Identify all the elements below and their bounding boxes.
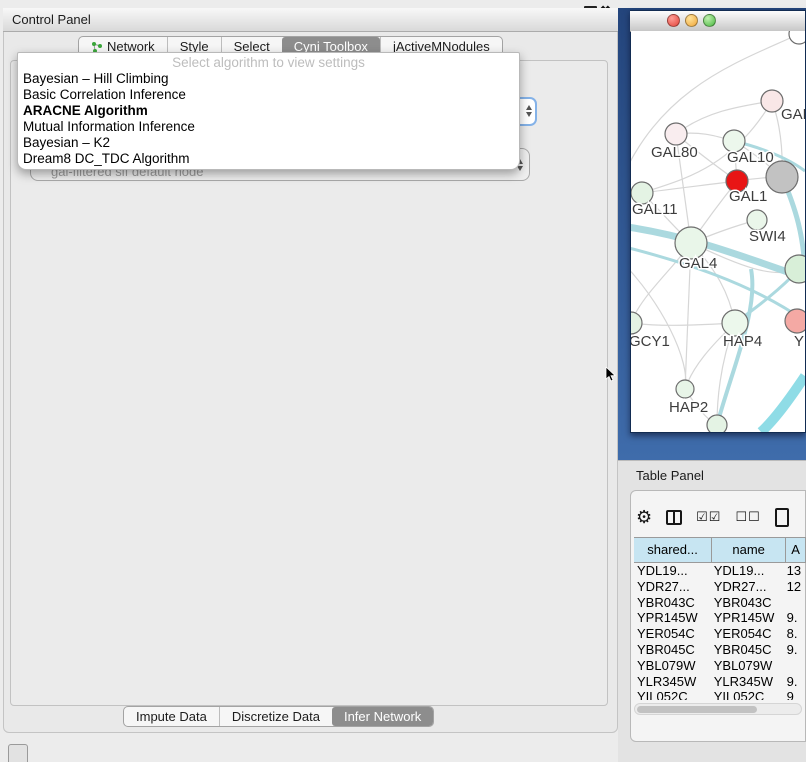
dropdown-option[interactable]: Dream8 DC_TDC Algorithm (18, 151, 519, 167)
node-label: HAP4 (723, 333, 762, 350)
node-label: SWI4 (749, 228, 786, 245)
minimized-panel-icon[interactable] (8, 744, 28, 762)
dropdown-option-selected[interactable]: ARACNE Algorithm (18, 103, 519, 119)
network-node[interactable] (707, 415, 727, 432)
combo-stepper-icon (526, 105, 532, 117)
tab-discretize-data-label: Discretize Data (232, 709, 320, 724)
cell: YDL19... (711, 563, 784, 579)
table-row[interactable]: YER054CYER054C8. (634, 626, 806, 642)
cell (784, 658, 806, 674)
dropdown-option[interactable]: Bayesian – Hill Climbing (18, 71, 519, 87)
tab-impute-data-label: Impute Data (136, 709, 207, 724)
node-label: GAL (781, 106, 805, 123)
select-all-checkboxes-icon[interactable]: ☑☑ (696, 509, 721, 525)
network-node[interactable] (747, 210, 767, 230)
network-icon (91, 41, 103, 53)
network-node[interactable] (761, 90, 783, 112)
cell: YPR145W (711, 610, 784, 626)
deselect-all-checkboxes-icon[interactable]: ☐☐ (735, 509, 760, 525)
tab-infer-network[interactable]: Infer Network (332, 707, 433, 726)
control-panel-title: Control Panel (12, 12, 91, 27)
dropdown-option[interactable]: Mutual Information Inference (18, 119, 519, 135)
cell: 8. (784, 626, 806, 642)
cyni-bottom-tabbar: Impute Data Discretize Data Infer Networ… (123, 706, 434, 727)
node-label: Y (794, 333, 804, 350)
cell: YER054C (711, 626, 784, 642)
table-toolbar: ⚙ ☑☑ ☐☐ (636, 503, 806, 531)
cell: 12 (784, 579, 806, 595)
network-window-titlebar[interactable] (630, 11, 805, 32)
network-node[interactable] (785, 309, 805, 333)
tab-infer-network-label: Infer Network (344, 709, 421, 724)
cell: YDR27... (634, 579, 711, 595)
cell: 13 (784, 563, 806, 579)
column-header[interactable]: name (712, 538, 786, 562)
cell: YBR045C (711, 642, 784, 658)
cell: YBL079W (634, 658, 711, 674)
gear-icon[interactable]: ⚙ (636, 507, 652, 527)
tab-discretize-data[interactable]: Discretize Data (219, 707, 332, 726)
cell: YIL052C (634, 689, 711, 700)
node-label: GAL1 (729, 188, 767, 205)
dropdown-prompt: Select algorithm to view settings (18, 53, 519, 71)
app-window: Control Panel ✖ Network Style Select Cyn… (0, 0, 806, 762)
cell: YBR045C (634, 642, 711, 658)
column-header[interactable]: shared... (634, 538, 712, 562)
dropdown-option[interactable]: Bayesian – K2 (18, 135, 519, 151)
cell: YBR043C (634, 595, 711, 611)
minimize-traffic-light[interactable] (685, 14, 698, 27)
table-row[interactable]: YPR145WYPR145W9. (634, 610, 806, 626)
tab-impute-data[interactable]: Impute Data (124, 707, 219, 726)
cell: 9. (784, 610, 806, 626)
cell: YLR345W (634, 674, 711, 690)
cell: YLR345W (711, 674, 784, 690)
node-label: GAL80 (651, 144, 698, 161)
node-label: GAL4 (679, 255, 717, 272)
node-label: HAP2 (669, 399, 708, 416)
close-traffic-light[interactable] (667, 14, 680, 27)
cell: 9 (784, 689, 806, 700)
columns-icon[interactable] (666, 510, 682, 525)
table-horizontal-scrollbar[interactable] (634, 703, 802, 715)
node-label: GAL11 (632, 201, 678, 218)
node-label: GCY1 (631, 333, 670, 350)
table-row[interactable]: YBR045CYBR045C9. (634, 642, 806, 658)
mouse-cursor (605, 367, 617, 383)
table-row[interactable]: YIL052CYIL052C9 (634, 689, 806, 700)
cell: YPR145W (634, 610, 711, 626)
network-node[interactable] (676, 380, 694, 398)
thick-teal-edge (761, 376, 805, 432)
network-canvas[interactable]: GAL GAL80 GAL10 GAL1 GAL11 SWI4 GAL4 GCY… (631, 31, 805, 432)
cell: YIL052C (711, 689, 784, 700)
column-header[interactable]: A (786, 538, 806, 562)
table-row[interactable]: YDR27...YDR27...12 (634, 579, 806, 595)
cell: YBL079W (711, 658, 784, 674)
algorithm-dropdown-popup: Select algorithm to view settings Bayesi… (17, 52, 520, 170)
cell: YER054C (634, 626, 711, 642)
table-row[interactable]: YLR345WYLR345W9. (634, 674, 806, 690)
table-row[interactable]: YDL19...YDL19...13 (634, 563, 806, 579)
cell: 9. (784, 642, 806, 658)
table-row[interactable]: YBR043CYBR043C (634, 595, 806, 611)
zoom-traffic-light[interactable] (703, 14, 716, 27)
node-label: GAL10 (727, 149, 774, 166)
network-node[interactable] (631, 312, 642, 334)
new-table-icon[interactable] (775, 508, 789, 527)
network-node[interactable] (665, 123, 687, 145)
scrollbar-thumb[interactable] (637, 706, 757, 713)
cell (784, 595, 806, 611)
cell: 9. (784, 674, 806, 690)
table-panel-title: Table Panel (636, 468, 704, 483)
table-row[interactable]: YBL079WYBL079W (634, 658, 806, 674)
control-panel-titlebar: Control Panel (3, 8, 618, 32)
cell: YDR27... (711, 579, 784, 595)
cell: YDL19... (634, 563, 711, 579)
network-node[interactable] (789, 31, 805, 44)
cell: YBR043C (711, 595, 784, 611)
table-header-row: shared... name A (634, 537, 806, 563)
attribute-table[interactable]: shared... name A YDL19...YDL19...13 YDR2… (634, 537, 806, 700)
dropdown-option[interactable]: Basic Correlation Inference (18, 87, 519, 103)
